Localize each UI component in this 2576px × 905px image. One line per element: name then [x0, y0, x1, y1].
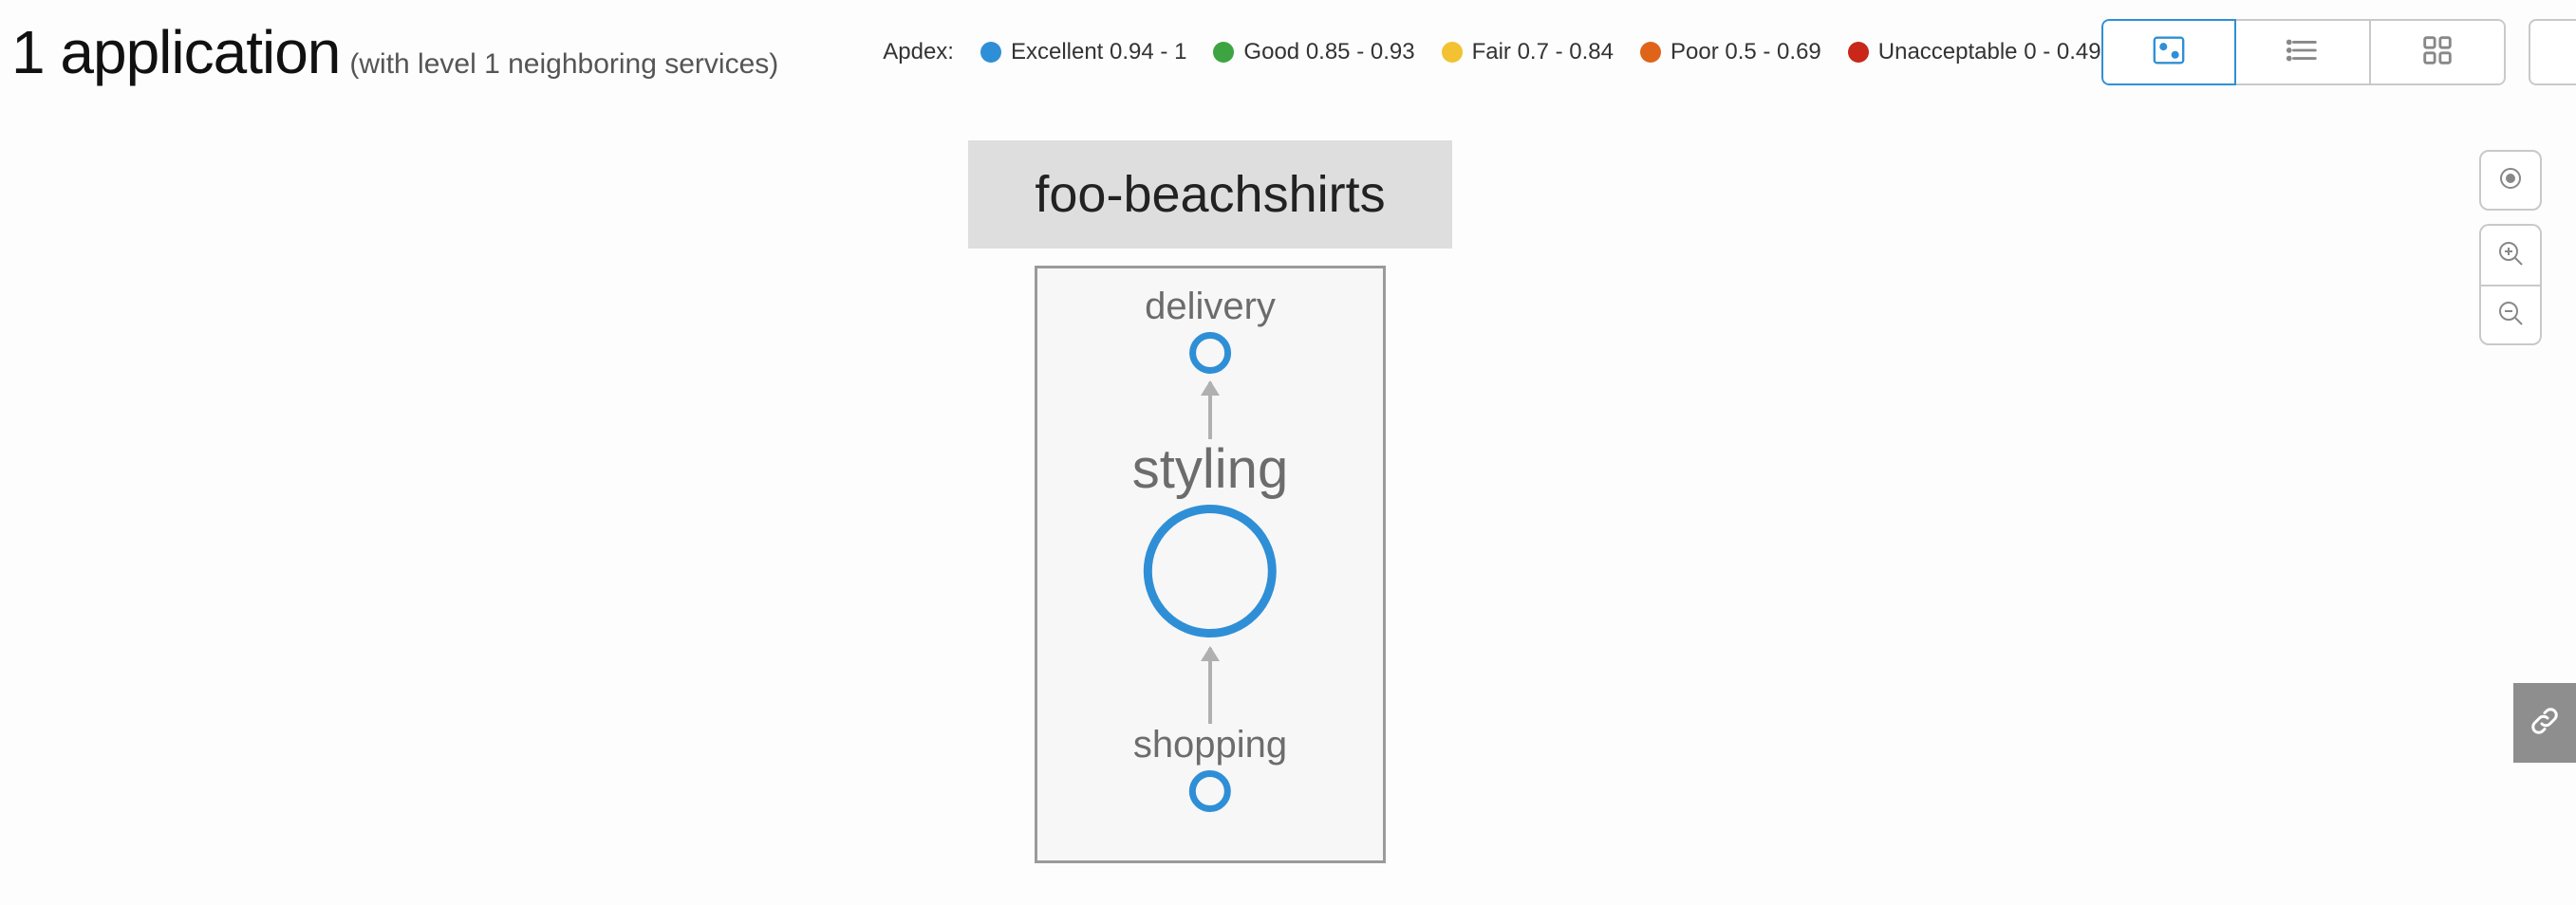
settings-button[interactable]: [2529, 19, 2576, 85]
application-name[interactable]: foo-beachshirts: [968, 140, 1452, 249]
header-bar: 1 application (with level 1 neighboring …: [0, 0, 2576, 95]
service-node-styling[interactable]: styling: [1132, 437, 1288, 637]
service-node-delivery[interactable]: delivery: [1145, 286, 1276, 374]
legend-text-excellent: Excellent 0.94 - 1: [1011, 39, 1186, 65]
grid-view-button[interactable]: [2371, 19, 2506, 85]
edge-shopping-to-styling: [1208, 648, 1212, 724]
legend-text-fair: Fair 0.7 - 0.84: [1472, 39, 1614, 65]
legend-dot-excellent: [980, 42, 1001, 63]
service-circle-delivery: [1189, 332, 1231, 374]
zoom-in-button[interactable]: [2479, 224, 2542, 285]
view-mode-group: [2101, 19, 2506, 85]
share-link-tab[interactable]: [2513, 683, 2576, 763]
page-title: 1 application: [11, 17, 340, 87]
service-graph-box: delivery styling shopping: [1035, 266, 1386, 863]
grid-view-icon: [2419, 32, 2455, 73]
apdex-legend-label: Apdex:: [883, 39, 954, 65]
apdex-legend: Apdex: Excellent 0.94 - 1 Good 0.85 - 0.…: [883, 39, 2100, 65]
list-view-icon: [2285, 32, 2321, 73]
service-label-shopping: shopping: [1133, 724, 1287, 766]
legend-item-fair: Fair 0.7 - 0.84: [1442, 39, 1614, 65]
edge-styling-to-delivery: [1208, 382, 1212, 439]
legend-dot-fair: [1442, 42, 1463, 63]
target-icon: [2496, 164, 2525, 197]
page-subtitle: (with level 1 neighboring services): [349, 48, 778, 81]
view-controls: [2101, 19, 2576, 85]
legend-text-unacceptable: Unacceptable 0 - 0.49: [1878, 39, 2101, 65]
link-icon: [2528, 704, 2562, 743]
legend-dot-unacceptable: [1848, 42, 1869, 63]
topology-canvas[interactable]: foo-beachshirts delivery styling shoppin…: [0, 95, 2576, 905]
map-view-icon: [2151, 32, 2187, 73]
application-card: foo-beachshirts delivery styling shoppin…: [968, 140, 1452, 863]
map-tool-stack: [2479, 150, 2542, 345]
legend-item-good: Good 0.85 - 0.93: [1213, 39, 1414, 65]
service-circle-styling: [1144, 505, 1277, 637]
list-view-button[interactable]: [2236, 19, 2371, 85]
legend-text-poor: Poor 0.5 - 0.69: [1671, 39, 1821, 65]
legend-dot-good: [1213, 42, 1234, 63]
service-label-delivery: delivery: [1145, 286, 1276, 328]
zoom-out-button[interactable]: [2479, 285, 2542, 345]
service-label-styling: styling: [1132, 437, 1288, 501]
zoom-in-icon: [2496, 239, 2525, 272]
legend-item-excellent: Excellent 0.94 - 1: [980, 39, 1186, 65]
legend-item-poor: Poor 0.5 - 0.69: [1640, 39, 1821, 65]
recenter-button[interactable]: [2479, 150, 2542, 211]
page-title-block: 1 application (with level 1 neighboring …: [11, 17, 778, 87]
zoom-out-icon: [2496, 299, 2525, 332]
map-view-button[interactable]: [2101, 19, 2236, 85]
service-node-shopping[interactable]: shopping: [1133, 724, 1287, 812]
service-circle-shopping: [1189, 770, 1231, 812]
legend-text-good: Good 0.85 - 0.93: [1243, 39, 1414, 65]
legend-item-unacceptable: Unacceptable 0 - 0.49: [1848, 39, 2101, 65]
legend-dot-poor: [1640, 42, 1661, 63]
